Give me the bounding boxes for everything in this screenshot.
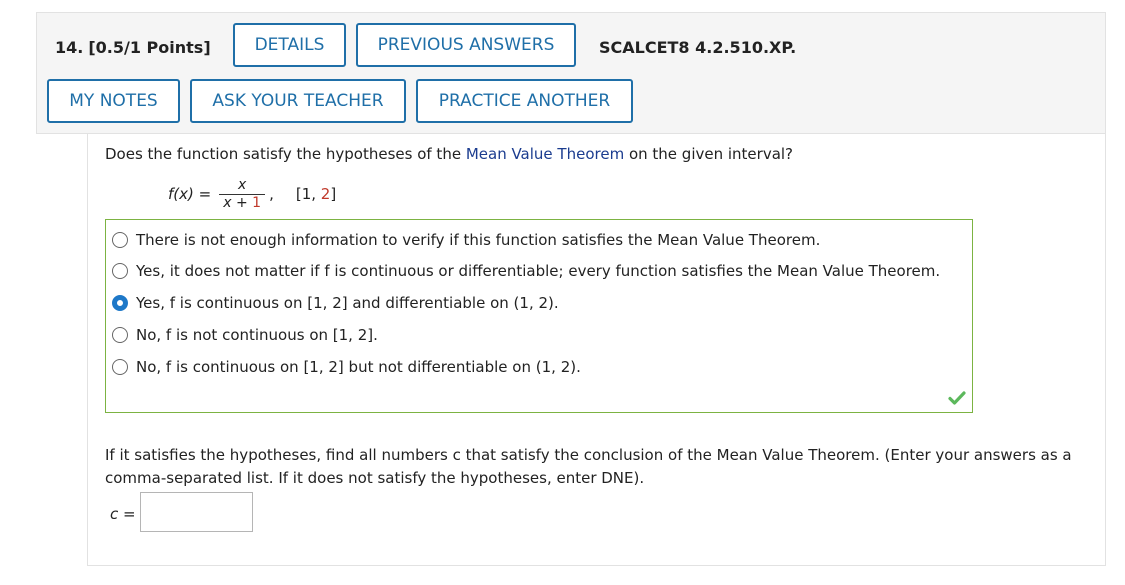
question-number-label: 14. [55,38,84,57]
formula-denominator: x + 1 [219,193,266,212]
radio-button[interactable] [112,359,128,375]
previous-answers-button[interactable]: PREVIOUS ANSWERS [356,23,576,67]
checkmark-icon [948,391,966,405]
choice-not-differentiable[interactable]: No, f is continuous on [1, 2] but not di… [112,355,581,379]
c-equals: = [118,505,136,523]
prompt-text-after: on the given interval? [624,145,794,163]
denominator-variable: x [223,194,232,211]
radio-button[interactable] [112,327,128,343]
part2-instructions: If it satisfies the hypotheses, find all… [105,446,1072,487]
question-header: 14. [0.5/1 Points] DETAILS PREVIOUS ANSWE… [36,12,1106,134]
radio-button[interactable] [112,232,128,248]
practice-another-button[interactable]: PRACTICE ANOTHER [416,79,633,123]
radio-button-selected[interactable] [112,295,128,311]
details-button[interactable]: DETAILS [233,23,346,67]
answer-choices: There is not enough information to verif… [105,219,973,413]
formula-fraction: x x + 1 [219,176,266,212]
denominator-constant: 1 [252,194,262,211]
choice-not-continuous[interactable]: No, f is not continuous on [1, 2]. [112,323,378,347]
interval-open: [1, [295,185,321,203]
choice-not-enough-info[interactable]: There is not enough information to verif… [112,228,820,252]
c-variable: c [110,505,119,523]
denominator-operator: + [231,194,253,211]
function-formula: f(x) = x x + 1 , [1, 2] [168,174,336,214]
choice-label: No, f is continuous on [1, 2] but not di… [136,358,581,376]
choice-label: Yes, f is continuous on [1, 2] and diffe… [136,294,559,312]
choice-every-function[interactable]: Yes, it does not matter if f is continuo… [112,259,940,283]
c-input-label: c = [110,504,136,524]
choice-continuous-and-differentiable[interactable]: Yes, f is continuous on [1, 2] and diffe… [112,291,559,315]
c-answer-input[interactable] [140,492,253,532]
prompt-text-before: Does the function satisfy the hypotheses… [105,145,466,163]
question-prompt: Does the function satisfy the hypotheses… [105,144,793,164]
choice-label: There is not enough information to verif… [136,231,821,249]
ask-your-teacher-button[interactable]: ASK YOUR TEACHER [190,79,406,123]
question-points: [0.5/1 Points] [88,38,211,57]
formula-lhs: f(x) = [168,185,212,203]
choice-label: No, f is not continuous on [1, 2]. [136,326,378,344]
formula-comma: , [269,185,274,203]
interval-close: ] [330,185,337,203]
interval-end: 2 [320,185,331,203]
question-body: Does the function satisfy the hypotheses… [87,134,1106,566]
formula-interval: [1, 2] [296,185,336,203]
problem-code: SCALCET8 4.2.510.XP. [599,38,797,57]
mean-value-theorem-link[interactable]: Mean Value Theorem [466,145,624,163]
radio-button[interactable] [112,263,128,279]
my-notes-button[interactable]: MY NOTES [47,79,180,123]
choice-label: Yes, it does not matter if f is continuo… [136,262,941,280]
question-number: 14. [0.5/1 Points] [55,37,211,59]
formula-numerator: x [237,176,247,193]
